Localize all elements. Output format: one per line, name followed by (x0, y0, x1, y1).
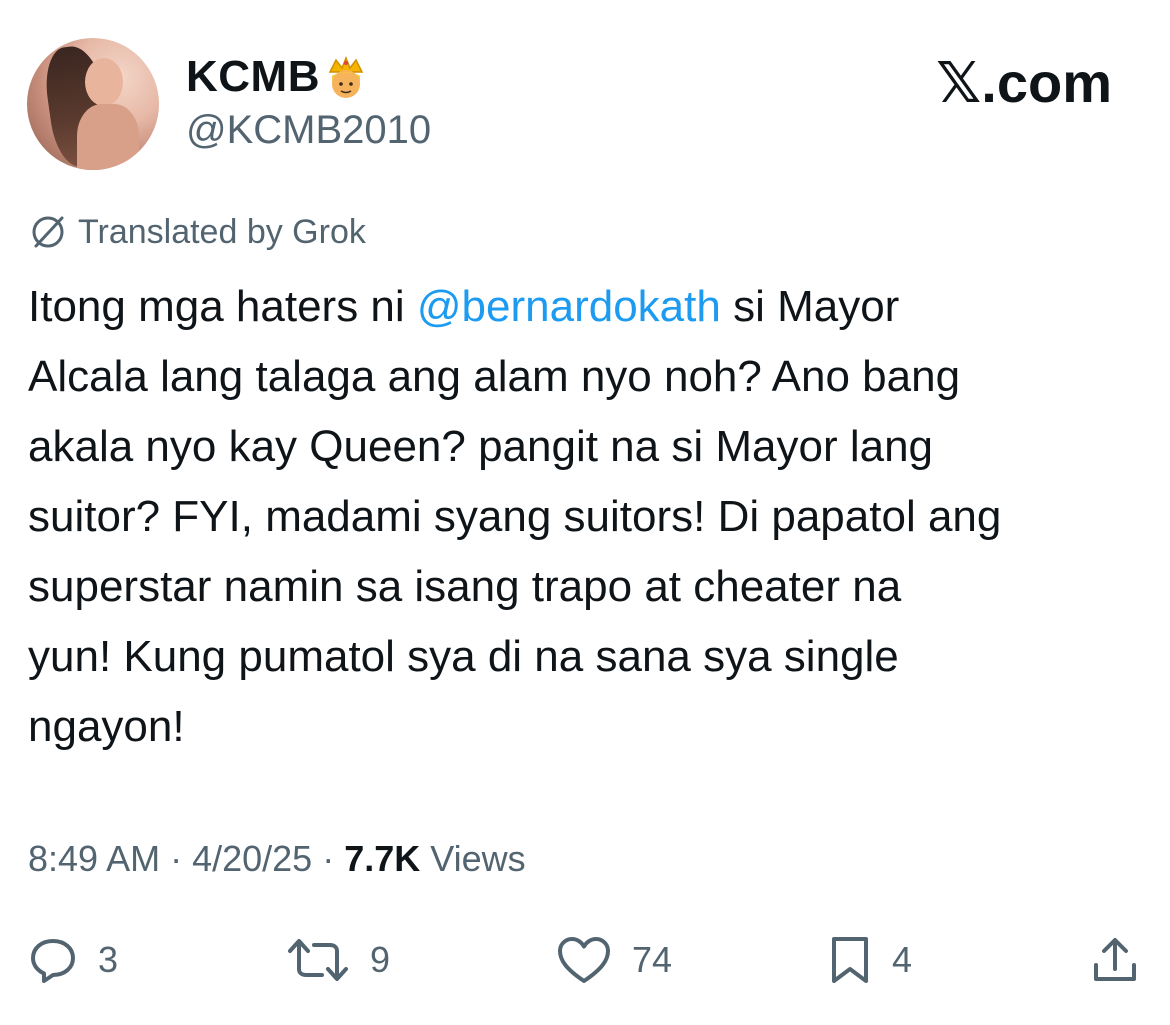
reply-count: 3 (98, 939, 119, 980)
action-bar: 3 9 74 4 (0, 935, 1170, 985)
reply-button[interactable]: 3 (28, 935, 118, 985)
heart-icon (558, 937, 610, 983)
tweet-line: Alcala lang talaga ang alam nyo noh? Ano… (28, 352, 961, 401)
display-name[interactable]: KCMB (186, 52, 320, 102)
tweet-text-segment: si Mayor (720, 282, 900, 331)
views-label: Views (420, 838, 526, 879)
meta-separator: · (160, 838, 193, 879)
views-count: 7.7K (344, 838, 421, 879)
bookmark-button[interactable]: 4 (828, 935, 912, 985)
repost-icon (288, 939, 348, 981)
x-brand-logo: 𝕏.com (936, 51, 1112, 114)
bookmark-icon (832, 937, 868, 983)
tweet-line: superstar namin sa isang trapo at cheate… (28, 562, 902, 611)
avatar-face (85, 58, 123, 106)
translation-notice[interactable]: Translated by Grok (28, 212, 366, 252)
translate-icon (32, 216, 64, 248)
share-icon (1094, 938, 1136, 981)
user-handle[interactable]: @KCMB2010 (186, 108, 431, 153)
tweet-text: Itong mga haters ni @bernardokath si May… (28, 272, 1153, 762)
repost-button[interactable]: 9 (286, 935, 390, 985)
tweet-date[interactable]: 4/20/25 (192, 838, 312, 879)
tweet-meta: 8:49 AM · 4/20/25 · 7.7K Views (28, 838, 526, 880)
tweet-time[interactable]: 8:49 AM (28, 838, 160, 879)
avatar-body (77, 104, 139, 170)
bookmark-count: 4 (892, 939, 913, 980)
tweet-line: Itong mga haters ni @bernardokath si May… (28, 272, 1153, 342)
repost-count: 9 (370, 939, 391, 980)
tweet-line: ngayon! (28, 702, 185, 751)
translation-label: Translated by Grok (78, 212, 366, 251)
meta-separator: · (312, 838, 345, 879)
tweet-line: suitor? FYI, madami syang suitors! Di pa… (28, 492, 1002, 541)
mention-link[interactable]: @bernardokath (417, 282, 721, 331)
share-button[interactable] (1090, 935, 1140, 985)
tweet-line: akala nyo kay Queen? pangit na si Mayor … (28, 422, 934, 471)
like-count: 74 (632, 939, 673, 980)
tweet-text-segment: Itong mga haters ni (28, 282, 417, 331)
like-button[interactable]: 74 (556, 935, 672, 985)
tweet-line: yun! Kung pumatol sya di na sana sya sin… (28, 632, 899, 681)
reply-icon (31, 939, 75, 983)
avatar[interactable] (27, 38, 159, 170)
crown-emoji-icon (328, 55, 364, 98)
